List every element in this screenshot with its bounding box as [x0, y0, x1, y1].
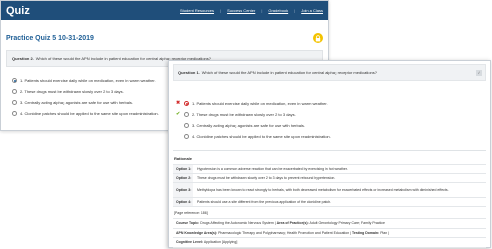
meta-value: Adult Gerontology Primary Care; Family P… [309, 221, 385, 225]
meta-row-cognitive: Cognitive Level: Application [Applying] [173, 238, 486, 248]
radio-button[interactable] [12, 89, 17, 94]
rationale-text: Patients should use a site different fro… [197, 199, 332, 204]
option-text: 4. Clonidine patches should be applied t… [20, 111, 159, 116]
radio-button[interactable] [184, 112, 189, 117]
question-text: Which of these would the APN include in … [201, 70, 377, 75]
meta-value: Drugs Affecting the Autonomic Nervous Sy… [200, 221, 274, 225]
info-icon[interactable]: i [476, 70, 482, 76]
meta-label: Course Topic: [176, 221, 200, 225]
app-brand: Quiz [6, 4, 30, 17]
meta-label: Testing Domain: [352, 230, 380, 235]
question-number: Question 2. [12, 56, 34, 61]
rationale-key: Option 3: [173, 183, 193, 197]
nav-student-resources[interactable]: Student Resources [180, 8, 214, 13]
option-text: 4. Clonidine patches should be applied t… [192, 134, 331, 139]
answer-review-window: Question 1. Which of these would the APN… [168, 60, 491, 248]
nav-join-class[interactable]: Join a Class [301, 8, 323, 13]
rationale-heading: Rationale [174, 156, 193, 161]
top-bar: Quiz Student Resources | Success Center … [1, 1, 328, 20]
radio-button-selected[interactable] [184, 101, 189, 106]
nav-success-center[interactable]: Success Center [227, 8, 255, 13]
answer-option-2[interactable]: ✔ 2. These drugs must be withdrawn slowl… [176, 109, 490, 120]
rationale-text: Hypotension is a common adverse reaction… [197, 166, 348, 171]
quiz-header: Practice Quiz 5 10-31-2019 [1, 20, 328, 48]
rationale-row: Option 3: Methyldopa has been known to r… [173, 183, 486, 198]
correct-check-icon: ✔ [176, 111, 181, 117]
rationale-row: Option 2: These drugs must be withdrawn … [173, 174, 486, 183]
question-metadata: Course Topic: Drugs Affecting the Autono… [173, 218, 486, 248]
radio-button[interactable] [184, 123, 189, 128]
divider [173, 150, 486, 151]
nav-separator: | [261, 8, 263, 13]
question-number: Question 1. [178, 70, 200, 75]
quiz-title: Practice Quiz 5 10-31-2019 [6, 34, 94, 42]
meta-row-knowledge-domain: APN Knowledge Area(s): Pharmacologic The… [173, 229, 486, 238]
rationale-row: Option 1: Hypotension is a common advers… [173, 165, 486, 174]
rationale-key: Option 4: [173, 198, 193, 206]
top-nav: Student Resources | Success Center | Gra… [180, 8, 323, 13]
nav-separator: | [294, 8, 296, 13]
meta-label: Cognitive Level: [176, 240, 204, 244]
answer-option-1[interactable]: ✖ 1. Patients should exercise daily whil… [176, 98, 490, 109]
option-text: 2. These drugs must be withdrawn slowly … [192, 112, 296, 117]
meta-row-topic-area: Course Topic: Drugs Affecting the Autono… [173, 219, 486, 229]
answer-option-3[interactable]: 3. Centrally acting alpha₂ agonists are … [176, 120, 490, 131]
meta-value: Plan [380, 230, 388, 235]
radio-button[interactable] [12, 111, 17, 116]
lock-icon[interactable] [313, 33, 323, 43]
meta-value: Pharmacologic Therapy and Polypharmacy; … [218, 230, 350, 235]
radio-button[interactable] [184, 134, 189, 139]
rationale-key: Option 1: [173, 165, 193, 173]
nav-gradebook[interactable]: Gradebook [268, 8, 288, 13]
option-text: 1. Patients should exercise daily while … [192, 101, 328, 106]
rationale-table: Option 1: Hypotension is a common advers… [173, 164, 486, 207]
nav-separator: | [220, 8, 222, 13]
radio-button-selected[interactable] [12, 78, 17, 83]
option-text: 2. These drugs must be withdrawn slowly … [20, 89, 124, 94]
radio-button[interactable] [12, 100, 17, 105]
rationale-text: These drugs must be withdrawn slowly ove… [197, 175, 336, 180]
page-reference: [Page reference: 186] [174, 211, 208, 215]
incorrect-x-icon: ✖ [176, 100, 181, 106]
option-text: 3. Centrally acting alpha₂ agonists are … [192, 123, 305, 128]
option-text: 3. Centrally acting alpha₂ agonists are … [20, 100, 133, 105]
answer-options: ✖ 1. Patients should exercise daily whil… [176, 98, 490, 142]
answer-option-4[interactable]: 4. Clonidine patches should be applied t… [176, 131, 490, 142]
meta-label: Area of Practice(s): [276, 221, 309, 225]
rationale-key: Option 2: [173, 174, 193, 182]
meta-label: APN Knowledge Area(s): [176, 230, 218, 235]
rationale-text: Methyldopa has been known to react stron… [197, 187, 449, 192]
rationale-row: Option 4: Patients should use a site dif… [173, 198, 486, 207]
meta-value: Application [Applying] [203, 240, 238, 244]
option-text: 1. Patients should exercise daily while … [20, 78, 156, 83]
question-box: Question 1. Which of these would the APN… [173, 64, 486, 81]
